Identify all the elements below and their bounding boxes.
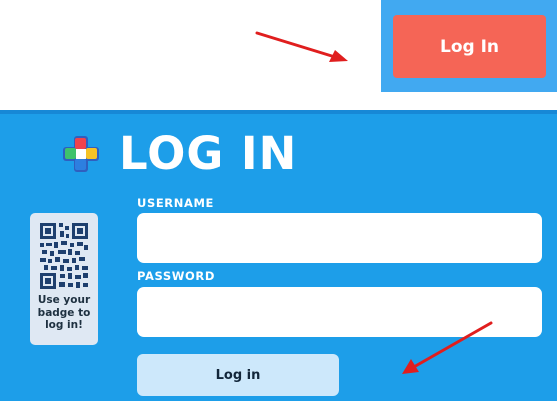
qr-code-icon <box>38 221 90 291</box>
page-title: LOG IN <box>119 127 298 180</box>
login-submit-button-label: Log in <box>215 367 261 383</box>
username-label: USERNAME <box>137 196 214 210</box>
badge-caption: Use your badge to log in! <box>37 294 91 331</box>
colorful-plus-logo-icon <box>63 136 99 172</box>
login-submit-button[interactable]: Log in <box>137 354 339 396</box>
header-login-button-label: Log In <box>439 36 500 57</box>
password-label: PASSWORD <box>137 269 215 283</box>
red-arrow-icon <box>402 321 493 374</box>
username-input[interactable] <box>137 213 542 263</box>
header-login-button[interactable]: Log In <box>393 15 546 78</box>
red-arrow-icon <box>255 31 348 62</box>
